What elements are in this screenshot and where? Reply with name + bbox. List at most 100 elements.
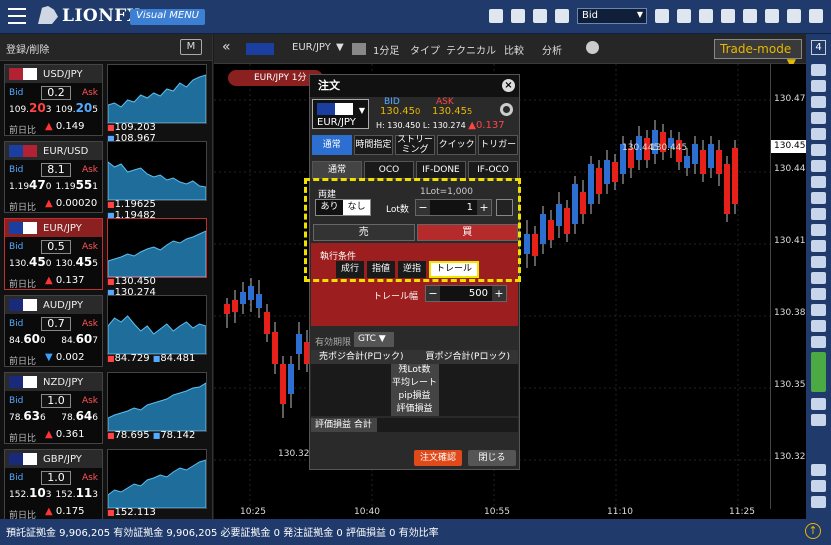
- tab-if-done[interactable]: IF-DONE: [416, 161, 466, 179]
- parallel-tool-icon[interactable]: [811, 144, 826, 156]
- dialog-pair-select[interactable]: ▼ EUR/JPY: [312, 99, 369, 129]
- back-icon[interactable]: [811, 496, 826, 508]
- text-tool-icon[interactable]: [811, 96, 826, 108]
- tab-streaming[interactable]: ストリーミング: [395, 135, 435, 155]
- stop-order-button[interactable]: 逆指: [398, 261, 427, 278]
- register-delete-button[interactable]: 登録/削除: [6, 41, 49, 56]
- price-type-select[interactable]: Bid: [577, 8, 647, 24]
- line-tool-icon[interactable]: [811, 80, 826, 92]
- expiry-select[interactable]: GTC ▼: [354, 332, 394, 347]
- collapse-icon[interactable]: «: [222, 39, 231, 55]
- pair-card[interactable]: EUR/JPY Bid 0.5 Ask 130.450 130.455 前日比 …: [4, 218, 103, 290]
- hedge-on-button[interactable]: あり: [316, 200, 343, 215]
- trendline-icon[interactable]: [811, 128, 826, 140]
- mini-chart[interactable]: [107, 449, 207, 509]
- bid-price[interactable]: 130.450: [9, 255, 51, 269]
- analysis-button[interactable]: 分析: [542, 42, 562, 57]
- pair-row[interactable]: NZD/JPY Bid 1.0 Ask 78.636 78.646 前日比 ▲ …: [4, 372, 208, 446]
- interval-button[interactable]: 1分足: [373, 42, 399, 57]
- pair-card[interactable]: GBP/JPY Bid 1.0 Ask 152.103 152.113 前日比 …: [4, 449, 103, 521]
- rectangle-icon[interactable]: [811, 256, 826, 268]
- print-icon[interactable]: [533, 9, 547, 23]
- pointer-icon[interactable]: [811, 208, 826, 220]
- pair-row[interactable]: GBP/JPY Bid 1.0 Ask 152.103 152.113 前日比 …: [4, 449, 208, 529]
- tab-time[interactable]: 時間指定: [353, 135, 394, 155]
- ask-price[interactable]: 109.205: [56, 101, 98, 115]
- keypad-icon[interactable]: [496, 199, 513, 216]
- scroll-top-icon[interactable]: ↑: [805, 523, 821, 539]
- list-icon[interactable]: [743, 9, 757, 23]
- dialog-bid-price[interactable]: 130.450: [380, 106, 420, 117]
- pair-row[interactable]: AUD/JPY Bid 0.7 Ask 84.600 84.607 前日比 ▼ …: [4, 295, 208, 369]
- magnet-icon[interactable]: [811, 414, 826, 426]
- hammer-icon[interactable]: [765, 9, 779, 23]
- mini-chart[interactable]: [107, 141, 207, 201]
- bid-price[interactable]: 1.19470: [9, 178, 51, 192]
- ellipse-icon[interactable]: [811, 272, 826, 284]
- pair-row[interactable]: EUR/USD Bid 8.1 Ask 1.19470 1.19551 前日比 …: [4, 141, 208, 221]
- announce-icon[interactable]: [721, 9, 735, 23]
- info-icon[interactable]: [586, 41, 599, 54]
- bid-price[interactable]: 78.636: [9, 409, 46, 423]
- export-chart-icon[interactable]: [811, 480, 826, 492]
- chevron-down-icon[interactable]: ▼: [336, 42, 344, 53]
- lot-minus-button[interactable]: −: [416, 200, 430, 215]
- menu-icon[interactable]: [8, 8, 26, 24]
- trailing-order-button[interactable]: トレール: [429, 261, 480, 278]
- visual-menu-button[interactable]: Visual MENU: [130, 9, 205, 25]
- tab-quick[interactable]: クイック: [436, 135, 477, 155]
- market-order-button[interactable]: 成行: [336, 261, 365, 278]
- tools-icon[interactable]: [655, 9, 669, 23]
- bid-price[interactable]: 109.203: [9, 101, 51, 115]
- ask-price[interactable]: 78.646: [61, 409, 98, 423]
- ask-price[interactable]: 84.607: [61, 332, 98, 346]
- mini-chart[interactable]: [107, 295, 207, 355]
- pair-card[interactable]: USD/JPY Bid 0.2 Ask 109.203 109.205 前日比 …: [4, 64, 103, 136]
- pair-card[interactable]: EUR/USD Bid 8.1 Ask 1.19470 1.19551 前日比 …: [4, 141, 103, 213]
- import-icon[interactable]: [511, 9, 525, 23]
- ask-price[interactable]: 130.455: [56, 255, 98, 269]
- pair-card[interactable]: NZD/JPY Bid 1.0 Ask 78.636 78.646 前日比 ▲ …: [4, 372, 103, 444]
- scroll-icon[interactable]: [811, 398, 826, 410]
- mini-chart[interactable]: [107, 64, 207, 124]
- sell-button[interactable]: 売: [313, 224, 415, 241]
- arrow-icon[interactable]: [811, 288, 826, 300]
- ask-price[interactable]: 152.113: [56, 486, 98, 500]
- save-icon[interactable]: [555, 9, 569, 23]
- style-icon[interactable]: [811, 336, 826, 348]
- gear-icon[interactable]: [787, 9, 801, 23]
- bid-price[interactable]: 152.103: [9, 486, 51, 500]
- mini-chart[interactable]: [107, 372, 207, 432]
- buy-button[interactable]: 買: [416, 224, 518, 241]
- type-button[interactable]: タイプ: [410, 42, 440, 57]
- help-icon[interactable]: [809, 9, 823, 23]
- hedge-off-button[interactable]: なし: [343, 200, 370, 215]
- layout-icon[interactable]: [677, 9, 691, 23]
- trail-width-input[interactable]: 500: [440, 286, 492, 301]
- tab-if-oco[interactable]: IF-OCO: [468, 161, 518, 179]
- pair-row[interactable]: EUR/JPY Bid 0.5 Ask 130.450 130.455 前日比 …: [4, 218, 208, 298]
- channel-icon[interactable]: [811, 240, 826, 252]
- vertical-line-icon[interactable]: [811, 192, 826, 204]
- technical-button[interactable]: テクニカル: [446, 42, 496, 57]
- close-icon[interactable]: ×: [502, 79, 515, 92]
- trade-mode-select[interactable]: Trade-mode ▼: [714, 39, 802, 70]
- mode-button[interactable]: M: [180, 39, 202, 55]
- pie-chart-icon[interactable]: [699, 9, 713, 23]
- ask-price[interactable]: 1.19551: [56, 178, 98, 192]
- color-icon[interactable]: [811, 320, 826, 332]
- trail-plus-button[interactable]: +: [492, 286, 506, 301]
- tab-trigger[interactable]: トリガー: [478, 135, 518, 155]
- pair-card[interactable]: AUD/JPY Bid 0.7 Ask 84.600 84.607 前日比 ▼ …: [4, 295, 103, 367]
- tab-normal-order[interactable]: 通常: [312, 161, 362, 179]
- horizontal-line-icon[interactable]: [811, 176, 826, 188]
- lot-input[interactable]: 1: [430, 200, 477, 215]
- export-icon[interactable]: [489, 9, 503, 23]
- lot-plus-button[interactable]: +: [477, 200, 491, 215]
- limit-order-button[interactable]: 指値: [367, 261, 396, 278]
- tab-oco[interactable]: OCO: [364, 161, 414, 179]
- pair-row[interactable]: USD/JPY Bid 0.2 Ask 109.203 109.205 前日比 …: [4, 64, 208, 144]
- pen-tool-icon[interactable]: [811, 160, 826, 172]
- trail-minus-button[interactable]: −: [426, 286, 440, 301]
- ray-tool-icon[interactable]: [811, 112, 826, 124]
